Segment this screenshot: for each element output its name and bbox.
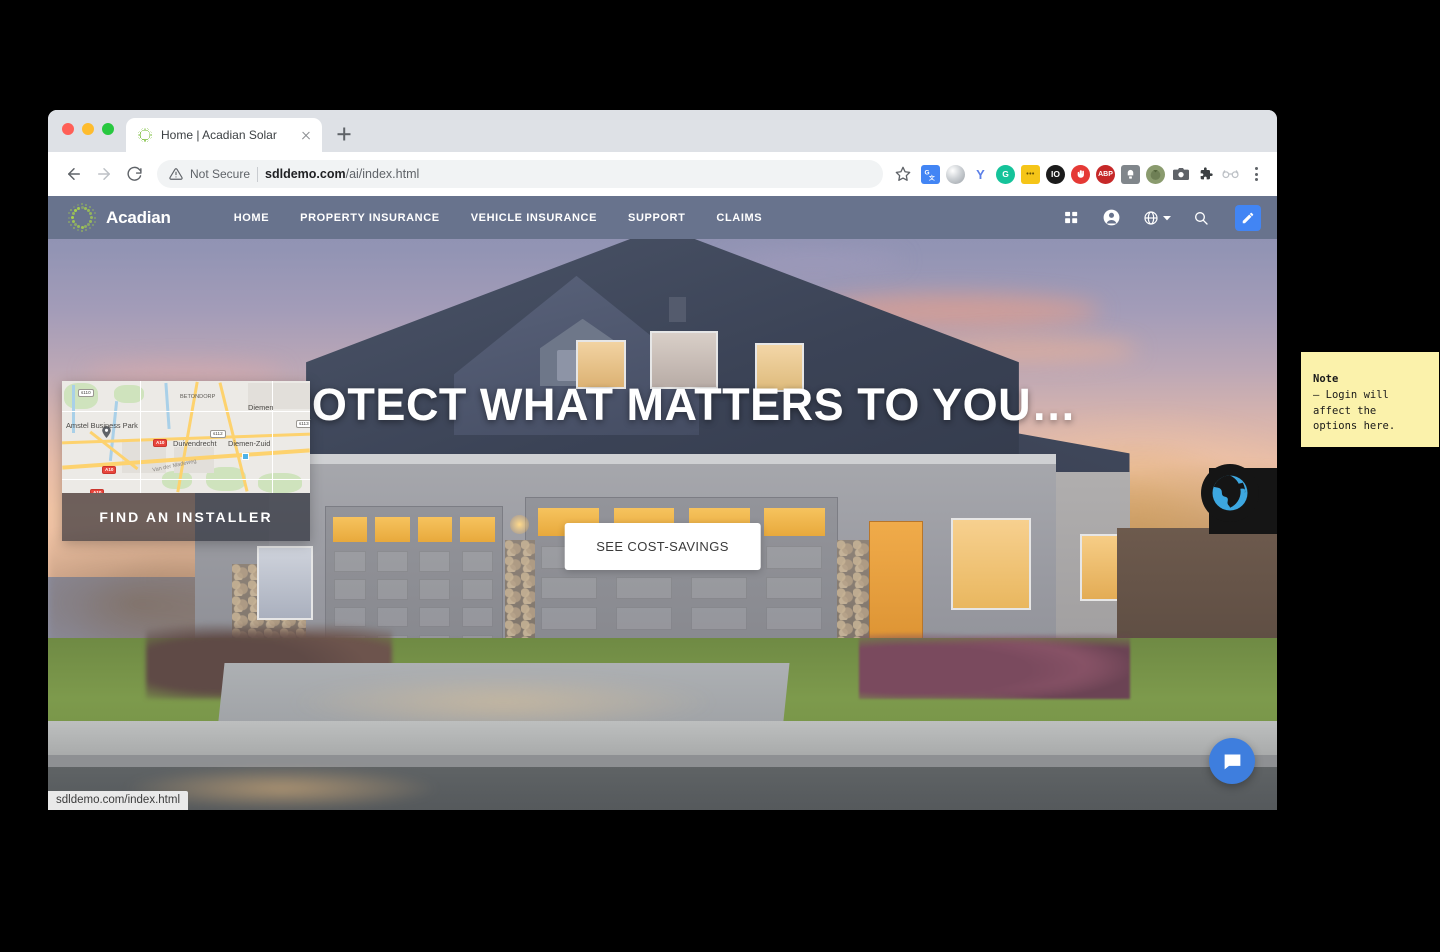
solar-sunburst-icon <box>137 127 153 143</box>
nav-claims[interactable]: CLAIMS <box>716 212 762 224</box>
yandex-extension[interactable]: Y <box>971 165 990 184</box>
nav-support[interactable]: SUPPORT <box>628 212 685 224</box>
annotation-note-body: — Login will affect the options here. <box>1313 388 1427 435</box>
map-place-label: BETONDORP <box>180 394 215 400</box>
shrubs-right <box>859 626 1129 700</box>
find-installer-label: FIND AN INSTALLER <box>99 509 272 525</box>
brand-logo[interactable]: Acadian <box>66 202 171 234</box>
chimney <box>669 297 686 322</box>
curb <box>48 755 1277 767</box>
bookmark-star-icon[interactable] <box>891 162 915 186</box>
map-road <box>140 381 141 493</box>
url-path: /ai/index.html <box>346 167 420 181</box>
screenshot-camera-extension[interactable] <box>1171 165 1190 184</box>
red-stop-extension[interactable] <box>1071 165 1090 184</box>
see-cost-savings-button[interactable]: SEE COST-SAVINGS <box>564 523 761 570</box>
not-secure-warning-icon <box>169 167 183 181</box>
browser-menu-button[interactable] <box>1245 163 1267 185</box>
grammarly-extension[interactable]: G <box>996 165 1015 184</box>
puzzle-extensions-button[interactable] <box>1196 165 1215 184</box>
map-poi-marker <box>242 453 249 460</box>
forward-button[interactable] <box>90 160 118 188</box>
dark-circle-extension[interactable]: IO <box>1046 165 1065 184</box>
back-button[interactable] <box>60 160 88 188</box>
site-header: Acadian HOME PROPERTY INSURANCE VEHICLE IN… <box>48 196 1277 239</box>
gray-square-extension[interactable] <box>1121 165 1140 184</box>
browser-tab[interactable]: Home | Acadian Solar <box>126 118 322 152</box>
map-place-label: Duivendrecht <box>173 439 217 448</box>
tab-title: Home | Acadian Solar <box>161 128 290 142</box>
address-bar-url: sdldemo.com/ai/index.html <box>265 167 419 181</box>
close-window-button[interactable] <box>62 123 74 135</box>
map-place-label: Amstel Business Park <box>66 421 138 430</box>
google-translate-extension[interactable]: G文 <box>921 165 940 184</box>
window-controls[interactable] <box>62 123 114 135</box>
close-tab-icon[interactable] <box>298 127 314 143</box>
sidewalk <box>48 721 1277 755</box>
adblock-plus-extension[interactable]: ABP <box>1096 165 1115 184</box>
find-installer-widget[interactable]: BETONDORP Diemen Amstel Business Park Duive… <box>62 381 310 541</box>
map-route-shield: s112 <box>210 430 226 438</box>
edit-pencil-button[interactable] <box>1235 205 1261 231</box>
brand-name: Acadian <box>106 208 171 228</box>
solar-sunburst-icon <box>66 202 98 234</box>
svg-text:文: 文 <box>929 173 935 180</box>
search-icon[interactable] <box>1193 210 1209 226</box>
glasses-extension[interactable] <box>1221 165 1240 184</box>
tab-strip: Home | Acadian Solar <box>48 110 1277 152</box>
screenshot-root: Home | Acadian Solar Not Secure sdldemo.… <box>0 0 1440 952</box>
security-status-label: Not Secure <box>190 167 250 181</box>
porch-light <box>510 515 528 533</box>
tomato-timer-extension[interactable] <box>1146 165 1165 184</box>
header-tools <box>1063 205 1261 231</box>
new-tab-button[interactable] <box>332 122 356 146</box>
trim-band <box>269 454 1056 464</box>
map-park <box>258 473 302 493</box>
globe-icon <box>1209 472 1251 514</box>
omnibox-divider <box>257 167 258 182</box>
chat-bubble-button[interactable] <box>1209 738 1255 784</box>
main-navigation: HOME PROPERTY INSURANCE VEHICLE INSURANCE S… <box>234 212 762 224</box>
globe-language-button[interactable] <box>1201 464 1259 522</box>
nav-vehicle-insurance[interactable]: VEHICLE INSURANCE <box>471 212 597 224</box>
map-route-shield: s110 <box>78 389 94 397</box>
address-bar[interactable]: Not Secure sdldemo.com/ai/index.html <box>157 160 883 188</box>
annotation-note-title: Note <box>1313 372 1427 388</box>
browser-window: Home | Acadian Solar Not Secure sdldemo.… <box>48 110 1277 810</box>
minimize-window-button[interactable] <box>82 123 94 135</box>
installer-map[interactable]: BETONDORP Diemen Amstel Business Park Duive… <box>62 381 310 493</box>
far-window <box>1080 534 1122 602</box>
chat-bubble-icon <box>1222 751 1243 772</box>
map-route-shield: s113 <box>296 420 310 428</box>
url-domain: sdldemo.com <box>265 167 346 181</box>
side-window <box>257 546 314 620</box>
find-installer-label-bar[interactable]: FIND AN INSTALLER <box>62 493 310 541</box>
page-viewport: Acadian HOME PROPERTY INSURANCE VEHICLE IN… <box>48 196 1277 810</box>
map-route-shield: A10 <box>102 466 116 474</box>
map-canal <box>164 383 170 429</box>
gray-circle-extension[interactable] <box>946 165 965 184</box>
annotation-note: Note — Login will affect the options her… <box>1301 358 1439 447</box>
account-icon[interactable] <box>1102 208 1121 227</box>
map-place-label: Diemen-Zuid <box>228 439 270 448</box>
front-window <box>951 518 1031 610</box>
map-road <box>272 381 273 493</box>
browser-toolbar: Not Secure sdldemo.com/ai/index.html G文Y… <box>48 152 1277 196</box>
maximize-window-button[interactable] <box>102 123 114 135</box>
chevron-down-icon <box>1163 214 1171 222</box>
map-place-label: Diemen <box>248 403 273 412</box>
link-status-bar: sdldemo.com/index.html <box>48 791 188 810</box>
language-globe-icon[interactable] <box>1143 210 1171 226</box>
apps-grid-icon[interactable] <box>1063 209 1080 226</box>
nav-property-insurance[interactable]: PROPERTY INSURANCE <box>300 212 440 224</box>
nav-home[interactable]: HOME <box>234 212 269 224</box>
reload-button[interactable] <box>120 160 148 188</box>
yellow-notes-extension[interactable]: ••• <box>1021 165 1040 184</box>
map-route-shield: A10 <box>153 439 167 447</box>
extensions-tray: G 文 Y G ••• IO ABP <box>921 165 1240 184</box>
